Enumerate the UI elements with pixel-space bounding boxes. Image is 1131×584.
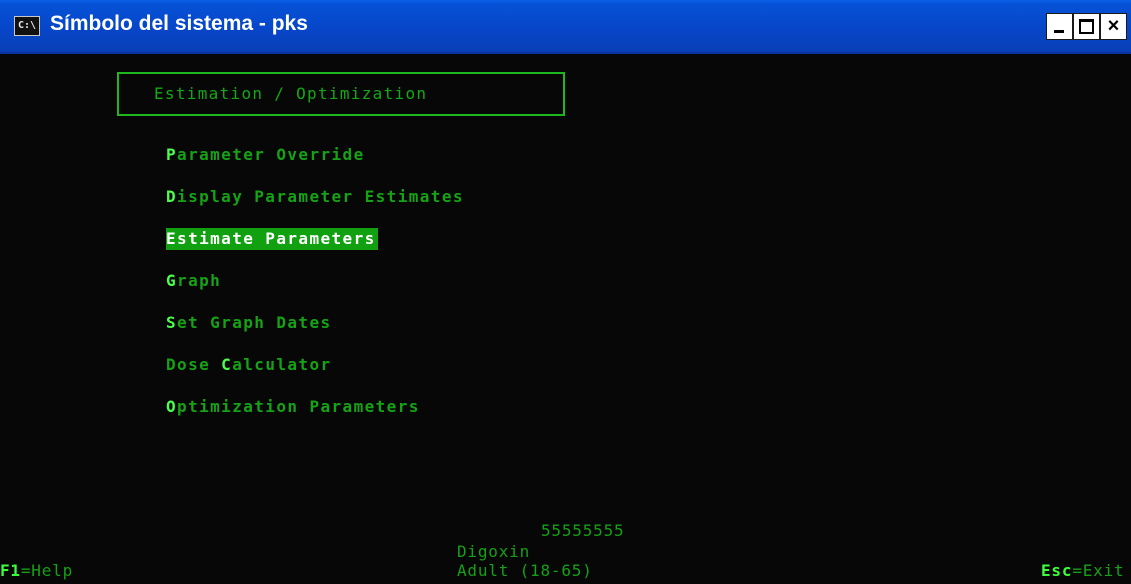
menu-item-hotkey: S	[166, 313, 178, 332]
population-group: Adult (18-65)	[457, 561, 593, 580]
menu-item-label: raph	[177, 271, 222, 290]
menu-item-optimization-parameters[interactable]: Optimization Parameters	[166, 396, 420, 418]
menu-item-estimate-parameters[interactable]: Estimate Parameters	[166, 228, 378, 250]
menu-item-hotkey: E	[166, 229, 178, 248]
patient-id: 55555555	[541, 521, 625, 540]
menu-item-hotkey: O	[166, 397, 178, 416]
menu-item-label: isplay Parameter Estimates	[177, 187, 464, 206]
help-hint[interactable]: F1=Help	[0, 561, 73, 580]
menu-item-hotkey: P	[166, 145, 178, 164]
minimize-button[interactable]	[1046, 13, 1073, 40]
menu-item-label: alculator	[232, 355, 332, 374]
minimize-icon	[1054, 30, 1064, 33]
menu-item-label: stimate Parameters	[177, 229, 376, 248]
maximize-button[interactable]	[1073, 13, 1100, 40]
exit-label: =Exit	[1072, 561, 1125, 580]
title-bar[interactable]: C:\ Símbolo del sistema - pks ×	[0, 0, 1131, 54]
window-title: Símbolo del sistema - pks	[50, 12, 308, 35]
close-button[interactable]: ×	[1100, 13, 1127, 40]
exit-hint[interactable]: Esc=Exit	[1041, 561, 1124, 580]
help-key: F1	[0, 561, 21, 580]
menu-item-display-parameter-estimates[interactable]: Display Parameter Estimates	[166, 186, 464, 208]
menu-item-parameter-override[interactable]: Parameter Override	[166, 144, 365, 166]
menu-item-hotkey: G	[166, 271, 178, 290]
menu-item-hotkey: C	[221, 355, 233, 374]
menu-item-label: ptimization Parameters	[177, 397, 420, 416]
menu-item-prefix: Dose	[166, 355, 222, 374]
menu-item-dose-calculator[interactable]: Dose Calculator	[166, 354, 332, 376]
menu-title-box: Estimation / Optimization	[117, 72, 565, 116]
menu-item-label: arameter Override	[177, 145, 365, 164]
drug-name: Digoxin	[457, 542, 531, 561]
menu-item-label: et Graph Dates	[177, 313, 332, 332]
menu-item-set-graph-dates[interactable]: Set Graph Dates	[166, 312, 332, 334]
menu-item-hotkey: D	[166, 187, 178, 206]
help-label: =Help	[20, 561, 74, 580]
exit-key: Esc	[1041, 561, 1073, 580]
close-icon: ×	[1107, 15, 1120, 37]
command-prompt-icon[interactable]: C:\	[14, 16, 40, 36]
console-area[interactable]: Estimation / Optimization Parameter Over…	[0, 54, 1131, 584]
menu-item-graph[interactable]: Graph	[166, 270, 221, 292]
menu-title: Estimation / Optimization	[154, 84, 428, 103]
console-window: C:\ Símbolo del sistema - pks × Estimati…	[0, 0, 1131, 584]
maximize-icon	[1079, 19, 1094, 34]
